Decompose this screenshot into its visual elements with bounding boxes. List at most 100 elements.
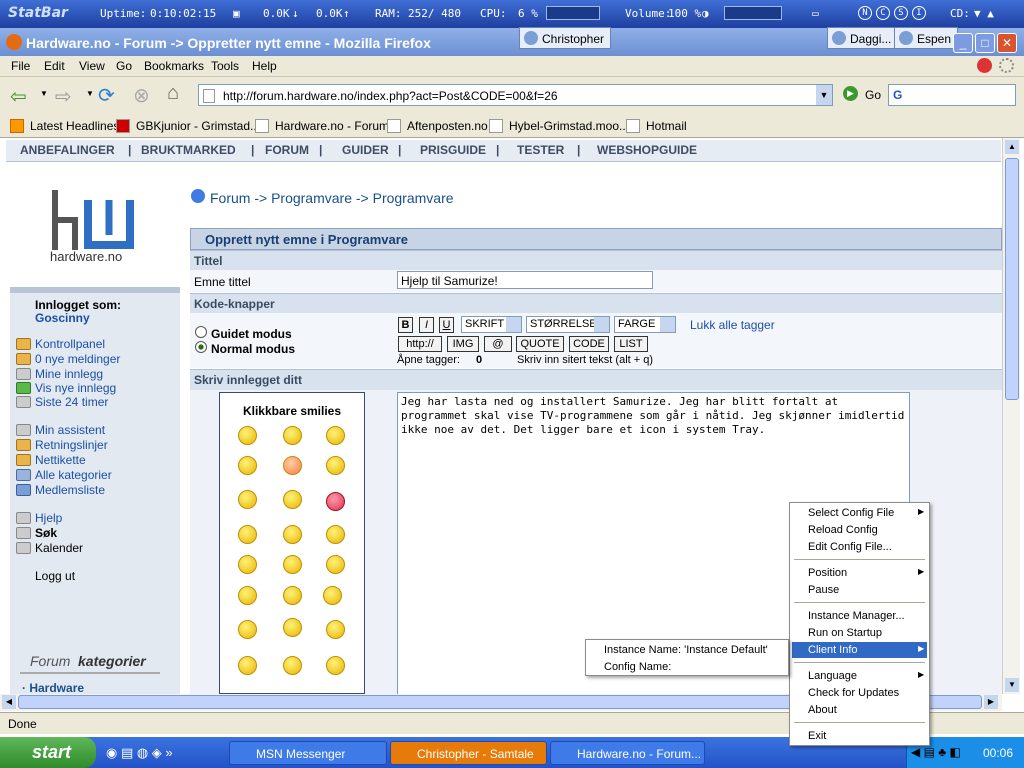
quote-tag-button[interactable]: QUOTE xyxy=(516,336,564,352)
scroll-thumb[interactable] xyxy=(1005,158,1019,400)
nav-guider[interactable]: GUIDER xyxy=(342,143,389,157)
menu-go[interactable]: Go xyxy=(116,59,132,73)
sidebar-link-nettikette[interactable]: Nettikette xyxy=(35,453,86,467)
smiley-icon[interactable] xyxy=(326,555,345,574)
bookmark-gbkjunior[interactable]: GBKjunior - Grimstad... xyxy=(116,119,260,133)
smiley-icon[interactable] xyxy=(326,492,345,511)
smiley-icon[interactable] xyxy=(238,490,257,509)
sidebar-link-siste-24[interactable]: Siste 24 timer xyxy=(35,395,108,409)
smiley-icon[interactable] xyxy=(238,586,257,605)
list-tag-button[interactable]: LIST xyxy=(614,336,648,352)
close-button[interactable]: ✕ xyxy=(997,33,1017,53)
go-button[interactable]: Go xyxy=(865,88,881,102)
menu-item-reload-config[interactable]: Reload Config xyxy=(808,524,878,536)
sidebar-link-alle-kategorier[interactable]: Alle kategorier xyxy=(35,468,112,482)
bookmark-hardware-forum[interactable]: Hardware.no - Forum xyxy=(255,119,389,133)
update-alert-icon[interactable] xyxy=(977,58,992,73)
tray-icons[interactable]: ◀ ▤ ♣ ◧ xyxy=(911,745,961,759)
msn-tab-espen[interactable]: Espen xyxy=(894,27,959,49)
menu-item-about[interactable]: About xyxy=(808,704,837,716)
email-tag-button[interactable]: @ xyxy=(484,336,512,352)
smiley-icon[interactable] xyxy=(283,618,302,637)
normal-mode-radio[interactable] xyxy=(195,341,207,353)
smiley-icon[interactable] xyxy=(283,456,302,475)
sidebar-link-hjelp[interactable]: Hjelp xyxy=(35,511,62,525)
scroll-down-icon[interactable]: ▼ xyxy=(1005,678,1019,692)
guided-mode-radio[interactable] xyxy=(195,326,207,338)
smiley-icon[interactable] xyxy=(326,525,345,544)
start-button[interactable]: start xyxy=(0,737,96,768)
smiley-icon[interactable] xyxy=(283,555,302,574)
sidebar-link-sok[interactable]: Søk xyxy=(35,526,57,540)
img-tag-button[interactable]: IMG xyxy=(447,336,479,352)
reload-icon[interactable]: ⟳ xyxy=(98,83,115,108)
smiley-icon[interactable] xyxy=(323,586,342,605)
vertical-scrollbar[interactable]: ▲ ▼ xyxy=(1002,138,1020,694)
statbar-button-n[interactable]: N xyxy=(858,6,872,20)
statbar-button-c[interactable]: C xyxy=(876,6,890,20)
volume-slider[interactable] xyxy=(724,6,782,20)
smiley-icon[interactable] xyxy=(238,426,257,445)
subject-input[interactable]: Hjelp til Samurize! xyxy=(397,271,653,289)
forward-icon[interactable]: ⇨ xyxy=(55,84,72,109)
sidebar-link-min-assistent[interactable]: Min assistent xyxy=(35,423,105,437)
username-link[interactable]: Goscinny xyxy=(35,311,90,325)
smiley-icon[interactable] xyxy=(326,456,345,475)
menu-item-language[interactable]: Language xyxy=(808,670,924,682)
msn-tab-christopher[interactable]: Christopher xyxy=(519,27,612,49)
forward-dropdown-icon[interactable]: ▼ xyxy=(86,89,94,98)
sidebar-link-mine-innlegg[interactable]: Mine innlegg xyxy=(35,367,103,381)
bookmark-latest-headlines[interactable]: Latest Headlines xyxy=(10,119,119,133)
submenu-instance-name[interactable]: Instance Name: 'Instance Default' xyxy=(604,644,768,656)
url-tag-button[interactable]: http:// xyxy=(398,336,442,352)
sidebar-link-retningslinjer[interactable]: Retningslinjer xyxy=(35,438,108,452)
menu-edit[interactable]: Edit xyxy=(44,59,65,73)
scroll-left-icon[interactable]: ◀ xyxy=(2,695,16,709)
menu-view[interactable]: View xyxy=(79,59,105,73)
menu-bookmarks[interactable]: Bookmarks xyxy=(144,59,204,73)
menu-item-instance-manager[interactable]: Instance Manager... xyxy=(808,610,905,622)
smiley-icon[interactable] xyxy=(238,620,257,639)
smiley-icon[interactable] xyxy=(283,586,302,605)
smiley-icon[interactable] xyxy=(238,525,257,544)
statbar-button-s[interactable]: S xyxy=(894,6,908,20)
scroll-up-icon[interactable]: ▲ xyxy=(1005,140,1019,154)
quicklaunch-icons[interactable]: ◉ ▤ ◍ ◈ » xyxy=(106,745,173,761)
scroll-right-icon[interactable]: ▶ xyxy=(984,695,998,709)
color-select[interactable]: FARGE xyxy=(614,316,676,333)
statbar-button-i[interactable]: I xyxy=(912,6,926,20)
bookmark-hybel[interactable]: Hybel-Grimstad.moo... xyxy=(489,119,629,133)
menu-item-pause[interactable]: Pause xyxy=(808,584,839,596)
menu-tools[interactable]: Tools xyxy=(211,59,239,73)
smiley-icon[interactable] xyxy=(326,656,345,675)
smiley-icon[interactable] xyxy=(326,426,345,445)
sidebar-link-nye-innlegg[interactable]: Vis nye innlegg xyxy=(35,381,116,395)
task-christopher-samtale[interactable]: Christopher - Samtale xyxy=(390,741,547,765)
cd-eject-icon[interactable]: ▼ ▲ xyxy=(974,7,994,20)
nav-forum[interactable]: FORUM xyxy=(265,143,309,157)
minimize-button[interactable]: _ xyxy=(953,33,973,53)
smiley-icon[interactable] xyxy=(238,656,257,675)
nav-anbefalinger[interactable]: ANBEFALINGER xyxy=(20,143,115,157)
menu-item-run-on-startup[interactable]: Run on Startup xyxy=(808,627,882,639)
smiley-icon[interactable] xyxy=(283,426,302,445)
nav-webshopguide[interactable]: WEBSHOPGUIDE xyxy=(597,143,697,157)
bookmark-hotmail[interactable]: Hotmail xyxy=(626,119,687,133)
nav-prisguide[interactable]: PRISGUIDE xyxy=(420,143,486,157)
underline-button[interactable]: U xyxy=(439,317,454,333)
task-msn-messenger[interactable]: MSN Messenger xyxy=(229,741,387,765)
smiley-icon[interactable] xyxy=(283,525,302,544)
menu-item-check-updates[interactable]: Check for Updates xyxy=(808,687,899,699)
italic-button[interactable]: I xyxy=(419,317,434,333)
category-hardware[interactable]: · Hardware xyxy=(22,681,84,695)
smiley-icon[interactable] xyxy=(238,555,257,574)
code-tag-button[interactable]: CODE xyxy=(569,336,609,352)
submenu-config-name[interactable]: Config Name: xyxy=(604,661,671,673)
back-dropdown-icon[interactable]: ▼ xyxy=(40,89,48,98)
stop-icon[interactable]: ⊗ xyxy=(133,83,150,108)
menu-item-position[interactable]: Position xyxy=(808,567,925,579)
sidebar-link-medlemsliste[interactable]: Medlemsliste xyxy=(35,483,105,497)
sidebar-link-kalender[interactable]: Kalender xyxy=(35,541,83,555)
url-bar[interactable]: http://forum.hardware.no/index.php?act=P… xyxy=(198,84,833,106)
logout-link[interactable]: Logg ut xyxy=(35,569,75,583)
